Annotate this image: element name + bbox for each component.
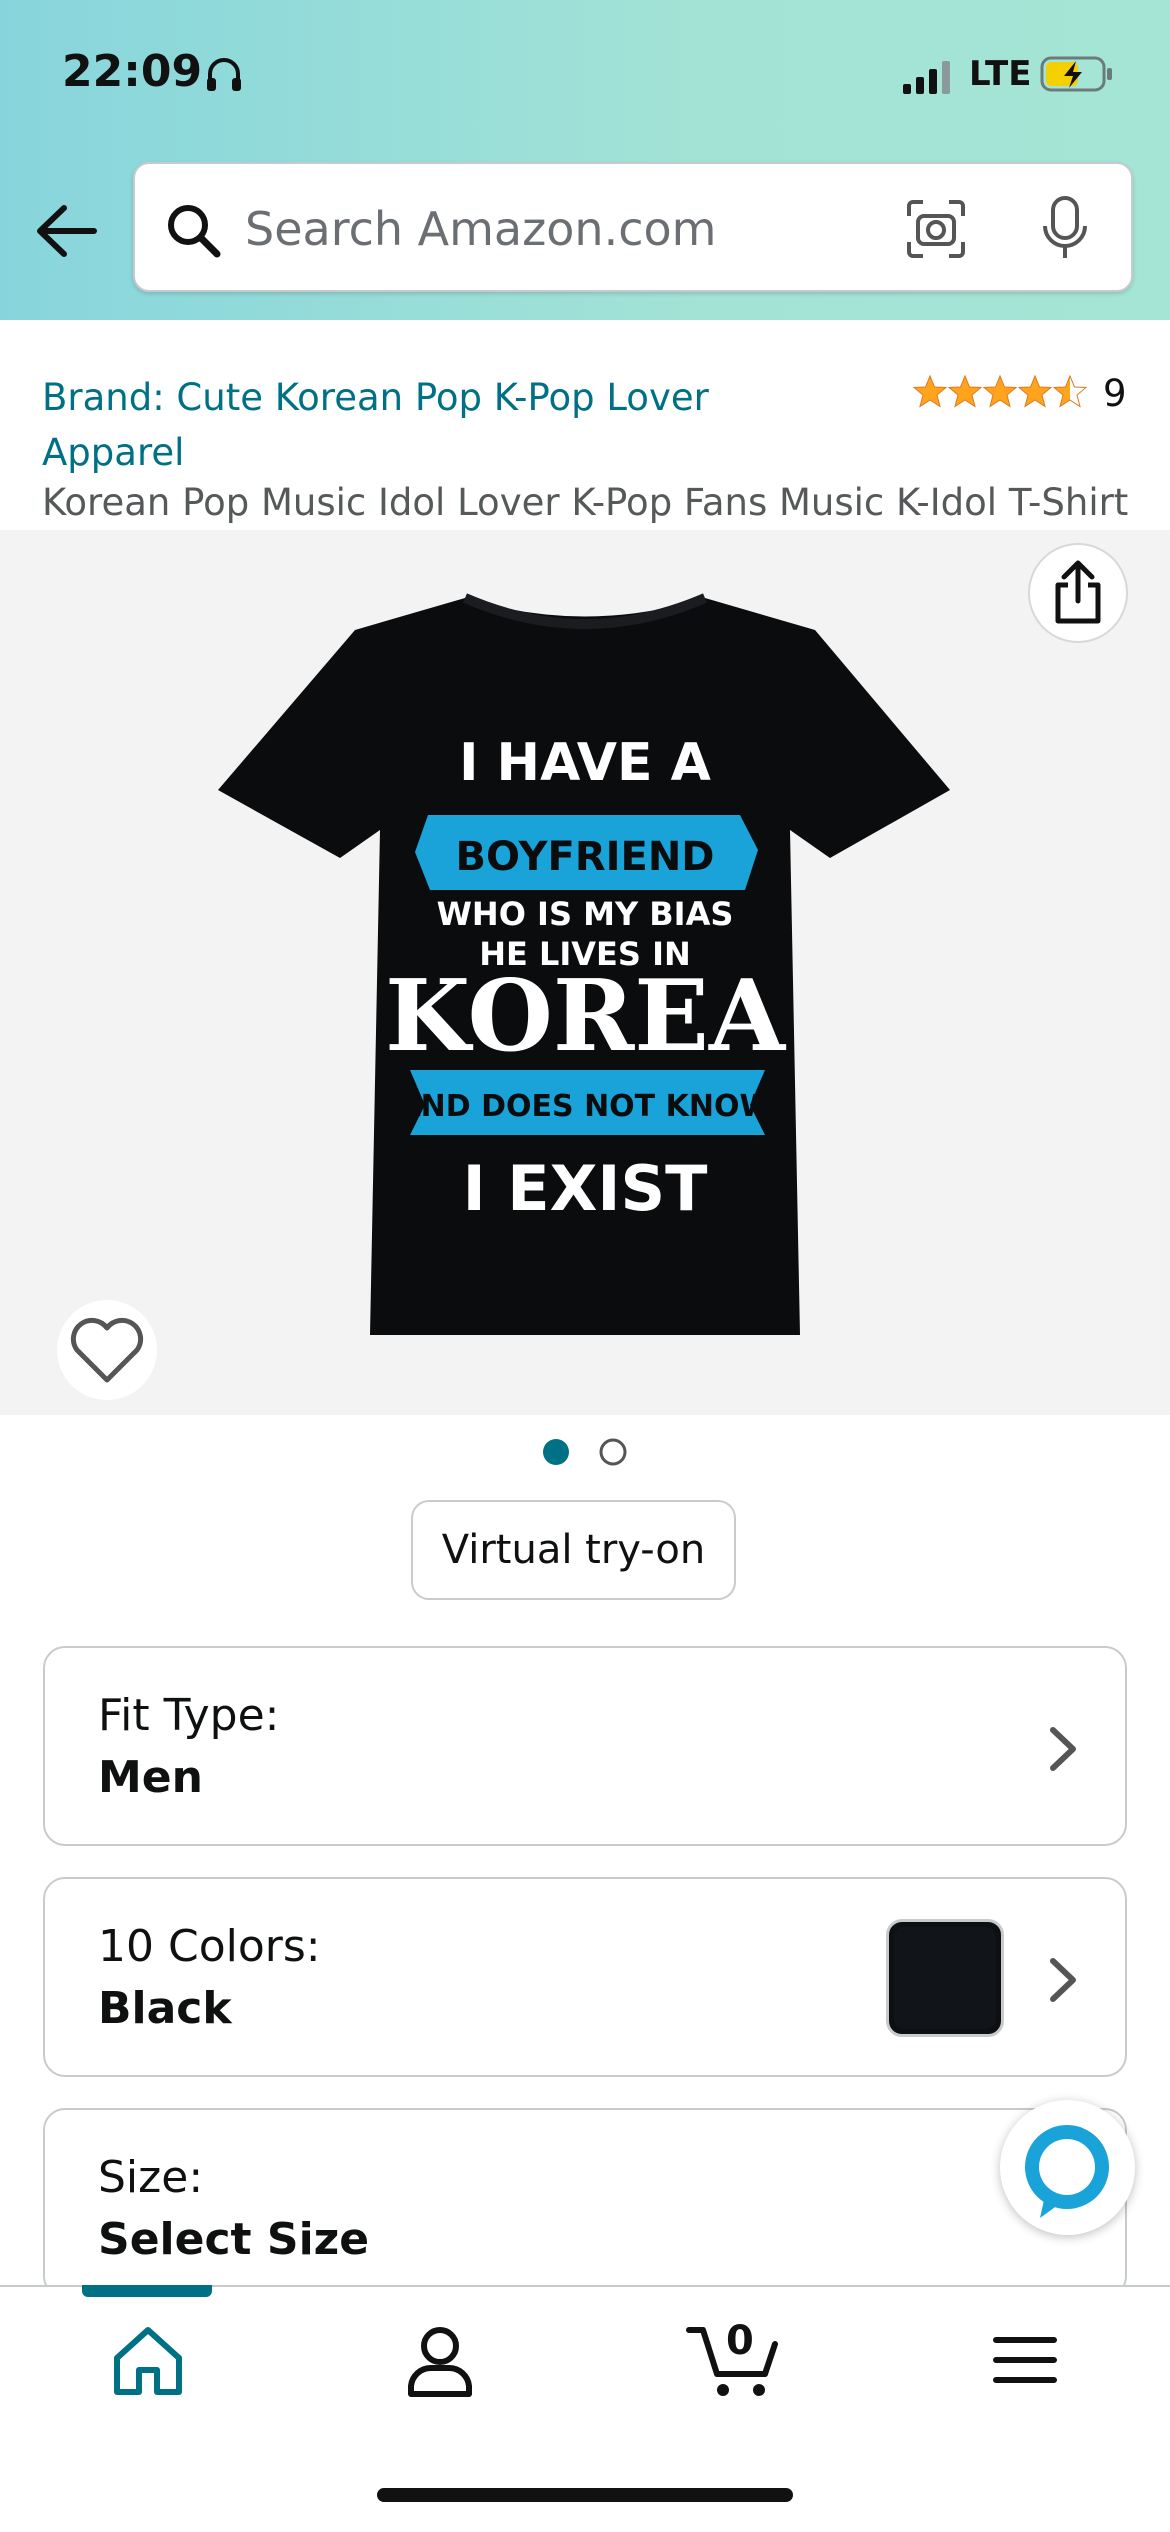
size-selector[interactable]: Size: Select Size [43,2108,1127,2298]
virtual-tryon-button[interactable]: Virtual try-on [411,1500,736,1600]
chevron-right-icon [1050,1727,1076,1771]
rating-stars[interactable] [912,372,1092,412]
camera-icon[interactable] [905,198,967,260]
home-indicator [377,2488,793,2502]
color-selector[interactable]: 10 Colors: Black [43,1877,1127,2077]
back-arrow-icon[interactable] [34,200,100,262]
search-input[interactable] [245,194,865,264]
pagination-dot [599,1438,627,1466]
share-icon [1055,560,1101,624]
product-title: Korean Pop Music Idol Lover K-Pop Fans M… [42,481,1129,524]
brand-link[interactable]: Brand: Cute Korean Pop K-Pop Lover Appar… [42,370,822,480]
color-value: Black [98,1983,232,2034]
alexa-button[interactable] [1000,2100,1135,2235]
account-icon[interactable] [395,2320,485,2400]
menu-icon[interactable] [980,2320,1070,2400]
rating-count[interactable]: 9 [1103,372,1127,415]
status-time: 22:09 [62,46,203,97]
battery-icon [1040,56,1112,92]
wishlist-button[interactable] [57,1300,157,1400]
image-pagination-dots[interactable] [540,1437,630,1467]
product-image[interactable]: I HAVE A BOYFRIEND WHO IS MY BIAS HE LIV… [210,590,960,1350]
shirt-line3: WHO IS MY BIAS [437,895,734,933]
search-icon[interactable] [163,200,223,260]
network-label: LTE [969,54,1032,94]
headphones-icon [207,58,241,91]
color-swatch-fill [894,1927,996,2029]
fit-type-value: Men [98,1752,203,1803]
home-icon[interactable] [103,2320,193,2400]
shirt-line2: BOYFRIEND [455,834,714,880]
color-label: 10 Colors: [98,1921,321,1972]
chevron-right-icon [1050,1958,1076,2002]
shirt-line7: I EXIST [463,1152,708,1225]
size-value: Select Size [98,2214,370,2265]
size-label: Size: [98,2152,204,2203]
shirt-line6: AND DOES NOT KNOW [397,1089,772,1124]
fit-type-selector[interactable]: Fit Type: Men [43,1646,1127,1846]
search-bar[interactable] [133,162,1133,292]
pagination-dot-active [543,1439,569,1465]
heart-icon [70,1317,144,1383]
shirt-line5: KOREA [385,959,787,1074]
color-swatch[interactable] [886,1919,1004,2037]
nav-active-indicator [82,2285,212,2297]
mic-icon[interactable] [1035,194,1095,264]
cart-count-badge: 0 [726,2318,754,2364]
shirt-line1: I HAVE A [459,733,711,793]
alexa-icon [1025,2125,1109,2218]
signal-icon [903,61,950,94]
fit-type-label: Fit Type: [98,1690,280,1741]
share-button[interactable] [1028,543,1128,643]
